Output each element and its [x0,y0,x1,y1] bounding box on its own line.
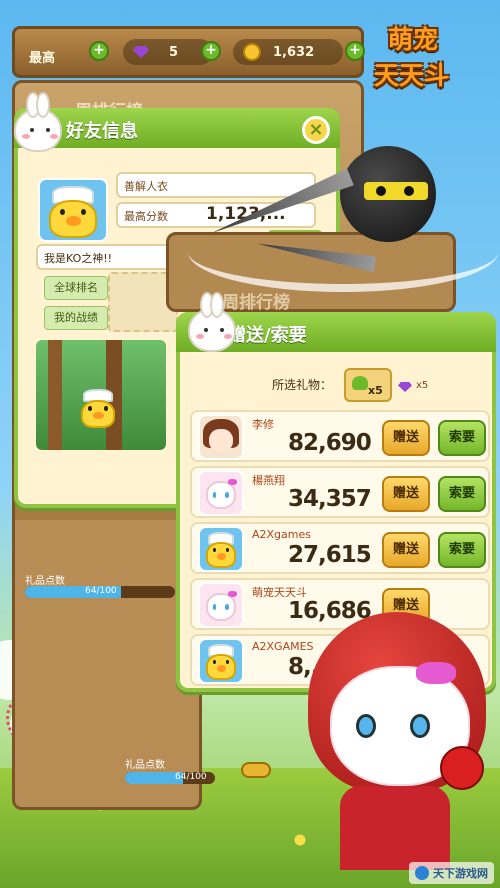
bunny-mascot-icon [188,292,236,352]
watermark-text: 天下游戏网 [433,867,488,880]
friend-motto: 我是KO之神!! [44,252,113,265]
add-button[interactable]: + [89,41,109,61]
gift-count: x5 [368,384,383,397]
tab-global-rank[interactable]: 全球排名 [44,276,108,300]
sprout-gift-icon [352,376,368,390]
request-button[interactable]: 索要 [438,532,486,568]
progress-text: 64/100 [85,586,117,596]
friend-avatar [198,414,244,460]
coin-count: 1,632 [273,44,315,60]
logo-line-1: 萌宠 [388,25,439,54]
friend-row: A2Xgames 27,615 赠送 索要 [190,522,490,574]
gift-button[interactable]: 赠送 [382,476,430,512]
friend-row: 李修 82,690 赠送 索要 [190,410,490,462]
friend-avatar [38,178,108,242]
gem-count: x5 [416,380,429,391]
request-button[interactable]: 索要 [438,420,486,456]
friend-name: 李修 [252,418,274,431]
progress-text-2: 64/100 [175,772,207,782]
friend-name: A2Xgames [252,528,311,541]
friend-avatar [198,582,244,628]
gift-button[interactable]: 赠送 [382,532,430,568]
selected-gift-label: 所选礼物： [272,378,333,392]
gift-panel-title: 赠送/索要 [228,325,307,346]
friend-info-title: 好友信息 [66,121,138,142]
duck-character [74,384,122,430]
gift-button[interactable]: 赠送 [382,420,430,456]
gem-icon [133,46,149,58]
watermark-icon [415,866,429,880]
best-score-label: 最高分数 [124,210,168,223]
request-button[interactable]: 索要 [438,476,486,512]
gem-count: 5 [169,44,179,60]
watermark: 天下游戏网 [409,862,494,884]
logo-line-2: 天天斗 [374,61,450,90]
red-hood-cat-character [300,606,496,870]
gem-icon [398,382,412,392]
points-label: 礼品点数 [25,576,65,587]
friend-score: 27,615 [288,542,372,568]
selected-gift-box[interactable]: x5 [344,368,392,402]
tab-my-record[interactable]: 我的战绩 [44,306,108,330]
friend-score: 82,690 [288,430,372,456]
friend-avatar [198,638,244,684]
gem-counter: 5 [123,39,213,65]
add-coins-button[interactable]: + [345,41,365,61]
friend-name: 楊燕翔 [252,474,285,487]
points-progress-fill-2 [125,772,183,784]
friend-score: 34,357 [288,486,372,512]
friend-avatar [198,526,244,572]
friend-avatar [198,470,244,516]
ranking-card-bottom: 礼品点数 64/100 礼品点数 64/100 [12,520,271,810]
add-gems-button[interactable]: + [201,41,221,61]
ranking-title-2: 周排行榜 [222,293,290,313]
game-logo: 萌宠 天天斗 [374,20,492,102]
friend-info-header: 好友信息 [14,108,340,148]
friend-name: 善解人衣 [124,180,168,193]
points-label-2: 礼品点数 [125,760,165,771]
forest-scene [36,340,166,450]
swipe-arc [188,212,498,292]
best-label: 最高 [29,50,56,66]
friend-row: 楊燕翔 34,357 赠送 索要 [190,466,490,518]
coin-counter: 1,632 [233,39,343,65]
key-icon [241,762,271,778]
coin-icon [243,43,261,61]
bunny-mascot-icon [14,92,62,152]
top-stats-bar: 最高 + 5 + 1,632 + [12,26,365,78]
